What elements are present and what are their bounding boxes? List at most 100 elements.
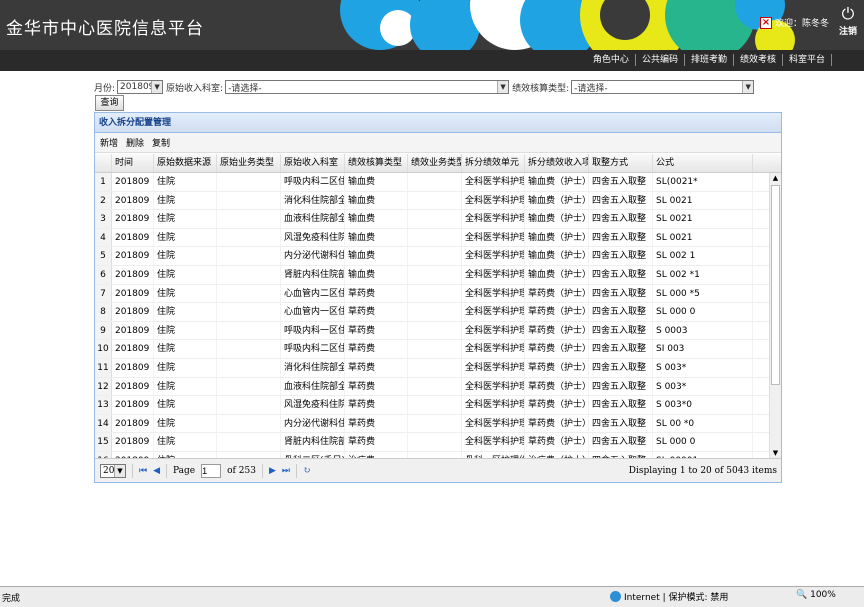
- table-cell: 草药费（护士）: [525, 284, 589, 303]
- app-title: 金华市中心医院信息平台: [6, 19, 204, 39]
- table-cell: 住院: [154, 265, 217, 284]
- table-row[interactable]: 1201809住院 呼吸内科二区住院输血费 全科医学科护理组输血费（护士）四舍五入取…: [95, 173, 781, 192]
- table-cell: 血液科住院部全科: [281, 210, 345, 228]
- table-cell: 全科医学科护理组: [462, 303, 525, 321]
- status-text: 完成: [2, 593, 21, 604]
- table-cell: 草药费: [345, 377, 408, 396]
- table-cell: 201809: [112, 321, 154, 340]
- table-cell: [217, 228, 281, 247]
- table-cell: [217, 340, 281, 358]
- table-cell: 草药费（护士）: [525, 377, 589, 396]
- nav-item-performance[interactable]: 绩效考核: [734, 54, 783, 66]
- table-row[interactable]: 5201809住院 内分泌代谢科住院输血费 全科医学科护理组输血费（护士）四舍五入取…: [95, 247, 781, 266]
- column-header[interactable]: 原始收入科室: [281, 154, 345, 172]
- table-cell: 四舍五入取整: [589, 414, 653, 433]
- table-row[interactable]: 2201809住院 消化科住院部全科输血费 全科医学科护理组输血费（护士）四舍五入取…: [95, 191, 781, 211]
- column-header[interactable]: 拆分绩效单元: [462, 154, 525, 172]
- scroll-thumb[interactable]: [771, 185, 780, 385]
- table-row[interactable]: 9201809住院 呼吸内科一区住院草药费 全科医学科护理组草药费（护士）四舍五入取…: [95, 321, 781, 341]
- query-button[interactable]: 查询: [95, 95, 124, 111]
- panel-title: 收入拆分配置管理: [95, 113, 781, 133]
- nav-item-public-code[interactable]: 公共编码: [636, 54, 685, 66]
- table-row[interactable]: 15201809住院 肾脏内科住院部全草药费 全科医学科护理组草药费（护士）四舍五入…: [95, 433, 781, 452]
- table-row[interactable]: 8201809住院 心血管内一区住院草药费 全科医学科护理组草药费（护士）四舍五入取…: [95, 303, 781, 322]
- column-header[interactable]: 绩效业务类型: [408, 154, 462, 172]
- table-cell: SL(0021*: [653, 173, 753, 191]
- table-cell: 全科医学科护理组: [462, 284, 525, 303]
- table-cell: 201809: [112, 414, 154, 433]
- nav-item-role-center[interactable]: 角色中心: [587, 54, 636, 66]
- table-cell: 全科医学科护理组: [462, 321, 525, 340]
- table-cell: 风湿免疫科住院部: [281, 396, 345, 414]
- nav-item-scheduling[interactable]: 排班考勤: [685, 54, 734, 66]
- table-cell: 草药费: [345, 396, 408, 414]
- table-cell: 住院: [154, 303, 217, 321]
- column-header[interactable]: 原始数据来源: [154, 154, 217, 172]
- table-row[interactable]: 3201809住院 血液科住院部全科输血费 全科医学科护理组输血费（护士）四舍五入取…: [95, 210, 781, 229]
- table-cell: [217, 414, 281, 433]
- table-cell: 201809: [112, 228, 154, 247]
- table-cell: [408, 303, 462, 321]
- table-row[interactable]: 14201809住院 内分泌代谢科住院草药费 全科医学科护理组草药费（护士）四舍五入…: [95, 414, 781, 434]
- column-header[interactable]: 取整方式: [589, 154, 653, 172]
- vertical-scrollbar[interactable]: ▲ ▼: [769, 173, 781, 459]
- scroll-up-icon[interactable]: ▲: [770, 173, 781, 184]
- table-cell: 住院: [154, 340, 217, 358]
- table-row[interactable]: 10201809住院 呼吸内科二区住院草药费 全科医学科护理组草药费（护士）四舍五入…: [95, 340, 781, 359]
- table-cell: 201809: [112, 265, 154, 284]
- table-cell: 四舍五入取整: [589, 247, 653, 265]
- table-cell: [217, 210, 281, 228]
- table-cell: [408, 321, 462, 340]
- table-row[interactable]: 4201809住院 风湿免疫科住院部输血费 全科医学科护理组输血费（护士）四舍五入取…: [95, 228, 781, 248]
- dept-value: -请选择-: [228, 83, 262, 94]
- first-page-icon[interactable]: ⏮: [139, 466, 147, 476]
- column-header[interactable]: 绩效核算类型: [345, 154, 408, 172]
- table-cell: [408, 210, 462, 228]
- table-cell: 四舍五入取整: [589, 396, 653, 414]
- column-header-rownum: [95, 154, 112, 172]
- next-page-icon[interactable]: ▶: [269, 466, 276, 476]
- logout-button[interactable]: ⏻ 注销: [836, 6, 860, 38]
- perf-type-value: -请选择-: [574, 83, 608, 94]
- column-header[interactable]: 拆分绩效收入项目: [525, 154, 589, 172]
- row-number: 12: [95, 377, 112, 396]
- table-cell: [408, 284, 462, 303]
- dept-select[interactable]: -请选择- ▼: [225, 80, 510, 94]
- month-label: 月份:: [94, 83, 116, 94]
- table-row[interactable]: 7201809住院 心血管内二区住院草药费 全科医学科护理组草药费（护士）四舍五入取…: [95, 284, 781, 304]
- prev-page-icon[interactable]: ◀: [153, 466, 160, 476]
- perf-type-select[interactable]: -请选择- ▼: [571, 80, 755, 94]
- table-cell: 201809: [112, 340, 154, 358]
- column-header[interactable]: 时间: [112, 154, 154, 172]
- table-cell: 草药费（护士）: [525, 340, 589, 358]
- month-select[interactable]: 201809 ▼: [117, 80, 164, 94]
- page-input[interactable]: [201, 463, 222, 478]
- last-page-icon[interactable]: ⏭: [282, 466, 290, 476]
- table-cell: 全科医学科护理组: [462, 191, 525, 210]
- grid-header: 时间 原始数据来源 原始业务类型 原始收入科室 绩效核算类型 绩效业务类型 拆分…: [95, 154, 781, 173]
- table-cell: SL 00 *0: [653, 414, 753, 433]
- refresh-icon[interactable]: ↻: [303, 466, 311, 476]
- nav-bar: 角色中心 公共编码 排班考勤 绩效考核 科室平台: [0, 50, 864, 71]
- pager: 20 ▼ ⏮ ◀ Page of 253 ▶ ⏭ ↻ Displaying 1 …: [95, 458, 781, 482]
- delete-button[interactable]: 删除: [126, 136, 144, 149]
- add-button[interactable]: 新增: [100, 136, 118, 149]
- table-row[interactable]: 12201809住院 血液科住院部全科草药费 全科医学科护理组草药费（护士）四舍五入…: [95, 377, 781, 397]
- copy-button[interactable]: 复制: [152, 136, 170, 149]
- table-row[interactable]: 6201809住院 肾脏内科住院部全输血费 全科医学科护理组输血费（护士）四舍五入取…: [95, 265, 781, 285]
- table-cell: 全科医学科护理组: [462, 210, 525, 228]
- column-header[interactable]: 原始业务类型: [217, 154, 281, 172]
- table-cell: 输血费: [345, 210, 408, 228]
- table-cell: 草药费: [345, 321, 408, 340]
- table-cell: 201809: [112, 396, 154, 414]
- nav-item-dept-platform[interactable]: 科室平台: [783, 54, 832, 66]
- table-cell: 输血费: [345, 191, 408, 210]
- table-row[interactable]: 11201809住院 消化科住院部全科草药费 全科医学科护理组草药费（护士）四舍五入…: [95, 358, 781, 378]
- table-cell: 全科医学科护理组: [462, 396, 525, 414]
- table-cell: 四舍五入取整: [589, 210, 653, 228]
- page-size-select[interactable]: 20 ▼: [100, 463, 126, 478]
- table-row[interactable]: 13201809住院 风湿免疫科住院部草药费 全科医学科护理组草药费（护士）四舍五入…: [95, 396, 781, 415]
- table-cell: 呼吸内科二区住院: [281, 173, 345, 191]
- zoom-control[interactable]: 🔍 100%: [796, 590, 836, 600]
- column-header[interactable]: 公式: [653, 154, 753, 172]
